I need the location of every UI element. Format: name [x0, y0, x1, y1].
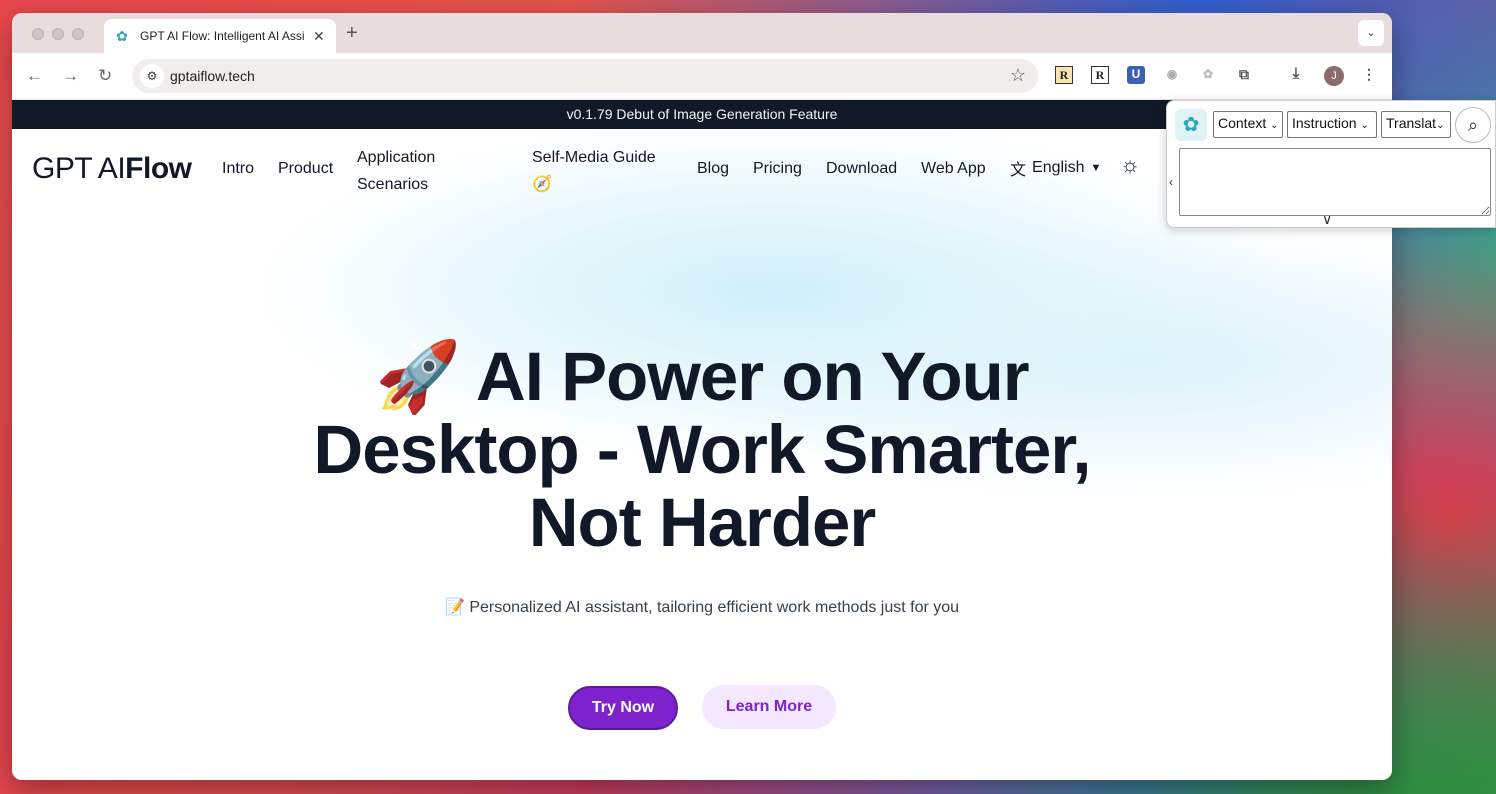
url-text[interactable]: gptaiflow.tech [170, 68, 255, 84]
collapse-left-icon[interactable]: ‹ [1169, 175, 1173, 189]
profile-avatar[interactable]: J [1324, 66, 1344, 86]
logo-text-bold: Flow [125, 152, 192, 185]
extension-r-icon[interactable]: R [1091, 66, 1109, 84]
extensions-puzzle-icon[interactable]: ⧉ [1235, 66, 1253, 84]
theme-toggle-sun-icon[interactable]: ☼ [1120, 152, 1140, 178]
extension-camera-icon[interactable]: ◉ [1163, 66, 1181, 84]
gpt-ai-flow-popup: ✿ Context ⌄ Instruction ⌄ Translat⌄ ⌕ ‹ … [1166, 100, 1496, 228]
site-logo[interactable]: GPT AIFlow [32, 152, 192, 186]
context-select[interactable]: Context ⌄ [1213, 111, 1283, 138]
language-label: English [1032, 159, 1085, 176]
active-tab[interactable]: ✿ GPT AI Flow: Intelligent AI Assistant … [104, 19, 336, 53]
extension-openai-icon[interactable]: ✿ [1199, 66, 1217, 84]
chevron-down-icon: ⌄ [1270, 120, 1279, 131]
downloads-icon[interactable]: ⤓ [1287, 66, 1305, 84]
tab-bar: ✿ GPT AI Flow: Intelligent AI Assistant … [12, 13, 1392, 53]
site-settings-icon[interactable]: ⚙ [140, 64, 164, 88]
new-tab-button[interactable]: + [346, 22, 358, 45]
nav-intro[interactable]: Intro [222, 155, 254, 182]
language-selector[interactable]: 文 English ▼ [1010, 156, 1101, 180]
bookmark-star-icon[interactable]: ☆ [1010, 65, 1026, 86]
try-now-button[interactable]: Try Now [568, 686, 678, 730]
tab-search-button[interactable]: ⌄ [1358, 20, 1384, 46]
browser-menu-icon[interactable]: ⋮ [1360, 66, 1378, 84]
context-select-label: Context [1218, 115, 1267, 131]
hero-title: 🚀 AI Power on Your Desktop - Work Smarte… [313, 338, 1091, 561]
translate-select[interactable]: Translat⌄ [1381, 111, 1451, 138]
tab-title: GPT AI Flow: Intelligent AI Assistant [140, 29, 305, 43]
caret-down-icon: ▼ [1090, 162, 1102, 174]
openai-favicon-icon: ✿ [116, 28, 128, 44]
nav-blog[interactable]: Blog [697, 155, 729, 182]
popup-input[interactable] [1179, 148, 1491, 216]
address-bar[interactable]: ⚙ gptaiflow.tech ☆ [132, 59, 1038, 93]
forward-arrow-icon[interactable]: → [62, 66, 79, 86]
learn-more-button[interactable]: Learn More [702, 685, 836, 729]
minimize-window-button[interactable] [52, 28, 64, 40]
extension-bitwarden-icon[interactable]: U [1127, 66, 1145, 84]
nav-download[interactable]: Download [826, 155, 897, 182]
logo-text-light: GPT AI [32, 152, 126, 185]
nav-self-media-guide[interactable]: Self-Media Guide 🧭 [532, 144, 672, 198]
extension-r-gold-icon[interactable]: R [1055, 66, 1073, 84]
instruction-select-label: Instruction [1292, 115, 1357, 131]
nav-application-scenarios[interactable]: Application Scenarios [357, 144, 467, 198]
openai-logo-icon: ✿ [1175, 109, 1207, 141]
back-arrow-icon[interactable]: ← [26, 66, 43, 86]
chevron-down-icon: ⌄ [1436, 120, 1445, 131]
instruction-select[interactable]: Instruction ⌄ [1287, 111, 1377, 138]
popup-search-icon[interactable]: ⌕ [1455, 107, 1491, 143]
nav-product[interactable]: Product [278, 155, 333, 182]
zoom-window-button[interactable] [72, 28, 84, 40]
close-window-button[interactable] [32, 28, 44, 40]
nav-web-app[interactable]: Web App [921, 155, 986, 182]
translate-icon: 文 [1010, 162, 1027, 179]
reload-icon[interactable]: ↻ [98, 66, 112, 86]
browser-toolbar: ← → ↻ ⚙ gptaiflow.tech ☆ R R U ◉ ✿ ⧉ ⤓ J… [12, 53, 1392, 100]
hero-subtitle: 📝 Personalized AI assistant, tailoring e… [444, 599, 960, 616]
chevron-down-icon: ⌄ [1360, 120, 1369, 131]
translate-select-label: Translat [1386, 115, 1437, 131]
nav-pricing[interactable]: Pricing [753, 155, 802, 182]
expand-chevron-icon[interactable]: ∨ [1322, 211, 1332, 228]
tab-close-icon[interactable]: ✕ [313, 28, 325, 45]
